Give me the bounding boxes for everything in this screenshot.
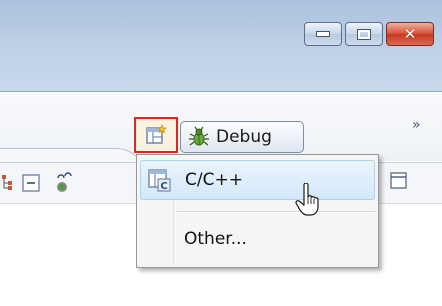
open-perspective-menu: C C/C++ Other... [136, 154, 379, 268]
close-button[interactable]: ✕ [386, 22, 434, 46]
svg-text:C: C [160, 181, 167, 192]
menu-item-other-label: Other... [184, 229, 247, 249]
minimize-icon [316, 31, 330, 37]
mouse-cursor-icon [295, 183, 319, 216]
menu-item-cpp-label: C/C++ [185, 170, 243, 190]
open-perspective-icon [146, 124, 167, 144]
tree-view-icon[interactable] [2, 173, 16, 191]
cpp-perspective-icon: C [148, 169, 171, 192]
maximize-icon [357, 28, 371, 40]
collapse-all-icon[interactable] [21, 173, 41, 193]
bug-icon [189, 126, 209, 146]
menu-item-cpp[interactable]: C C/C++ [140, 160, 375, 200]
debug-perspective-label: Debug [216, 127, 272, 147]
toolbar-overflow-chevron[interactable]: » [412, 117, 420, 133]
maximize-view-icon[interactable] [389, 171, 409, 195]
open-perspective-button[interactable] [134, 117, 178, 153]
debug-perspective-button[interactable]: Debug [180, 121, 304, 153]
link-with-editor-icon[interactable] [52, 168, 78, 194]
maximize-button[interactable] [345, 22, 383, 46]
window-title-bar [0, 0, 442, 92]
menu-item-other[interactable]: Other... [140, 219, 375, 259]
menu-separator [177, 211, 375, 213]
minimize-button[interactable] [304, 22, 342, 46]
window-caption-buttons: ✕ [304, 22, 434, 46]
close-icon: ✕ [403, 24, 417, 43]
